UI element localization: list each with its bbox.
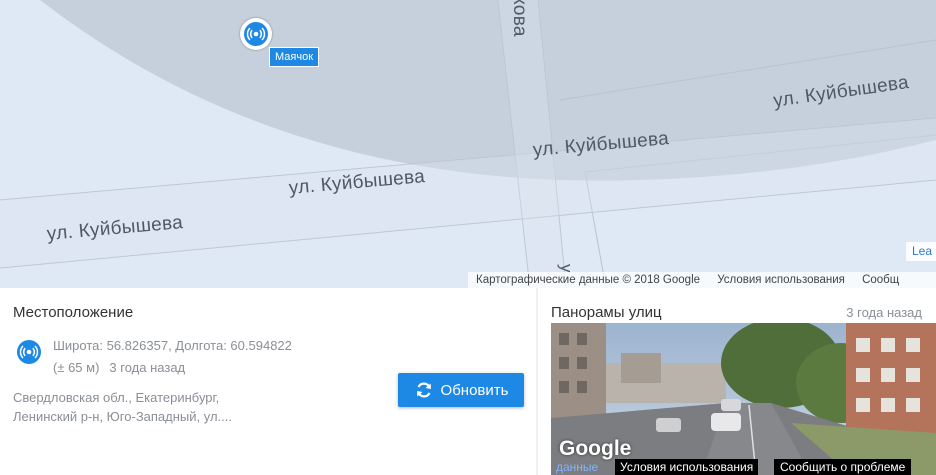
refresh-button[interactable]: Обновить bbox=[398, 373, 524, 407]
panorama-attribution-bar: данные Условия использования Сообщить о … bbox=[551, 459, 936, 475]
google-attribution: Картографические данные © 2018 Google Ус… bbox=[468, 272, 936, 288]
panorama-data-link[interactable]: данные bbox=[556, 459, 598, 475]
leaflet-attribution-link[interactable]: Lea bbox=[905, 242, 936, 261]
refresh-label: Обновить bbox=[440, 381, 509, 399]
address-line: Свердловская обл., Екатеринбург, bbox=[13, 390, 220, 405]
beacon-icon bbox=[17, 340, 41, 364]
map-tiles bbox=[0, 0, 936, 288]
address-line: Ленинский р-н, Юго-Западный, ул.... bbox=[13, 409, 233, 424]
map-data-attribution: Картографические данные © 2018 Google bbox=[476, 274, 701, 286]
location-title: Местоположение bbox=[13, 304, 134, 321]
panorama-report-link[interactable]: Сообщить о проблеме bbox=[774, 459, 912, 475]
panorama-title: Панорамы улиц bbox=[551, 304, 662, 321]
refresh-icon bbox=[416, 382, 431, 398]
coordinates-text: Широта: 56.826357, Долгота: 60.594822 bbox=[53, 338, 292, 353]
address-text: Свердловская обл., Екатеринбург, Ленинск… bbox=[13, 388, 313, 426]
beacon-icon[interactable] bbox=[240, 18, 272, 50]
panorama-time-ago: 3 года назад bbox=[846, 305, 922, 320]
street-label-partial: кова bbox=[509, 0, 530, 37]
location-panel: Местоположение Широта: 56.826357, Долгот… bbox=[0, 288, 536, 475]
google-logo: Google bbox=[559, 437, 632, 460]
map-report-link[interactable]: Сообщ bbox=[862, 274, 899, 286]
street-view-image[interactable]: Google данные Условия использования Сооб… bbox=[551, 323, 936, 475]
location-time-ago: 3 года назад bbox=[109, 360, 186, 375]
accuracy-value: (± 65 м) bbox=[53, 360, 100, 375]
accuracy-text: (± 65 м) 3 года назад bbox=[53, 360, 185, 375]
panorama-terms-link[interactable]: Условия использования bbox=[615, 459, 759, 475]
map[interactable]: ул. Куйбышева ул. Куйбышева ул. Куйбышев… bbox=[0, 0, 936, 288]
map-terms-link[interactable]: Условия использования bbox=[717, 274, 845, 286]
marker-label[interactable]: Маячок bbox=[269, 47, 320, 67]
panorama-panel: Панорамы улиц 3 года назад Google данные… bbox=[538, 288, 936, 475]
